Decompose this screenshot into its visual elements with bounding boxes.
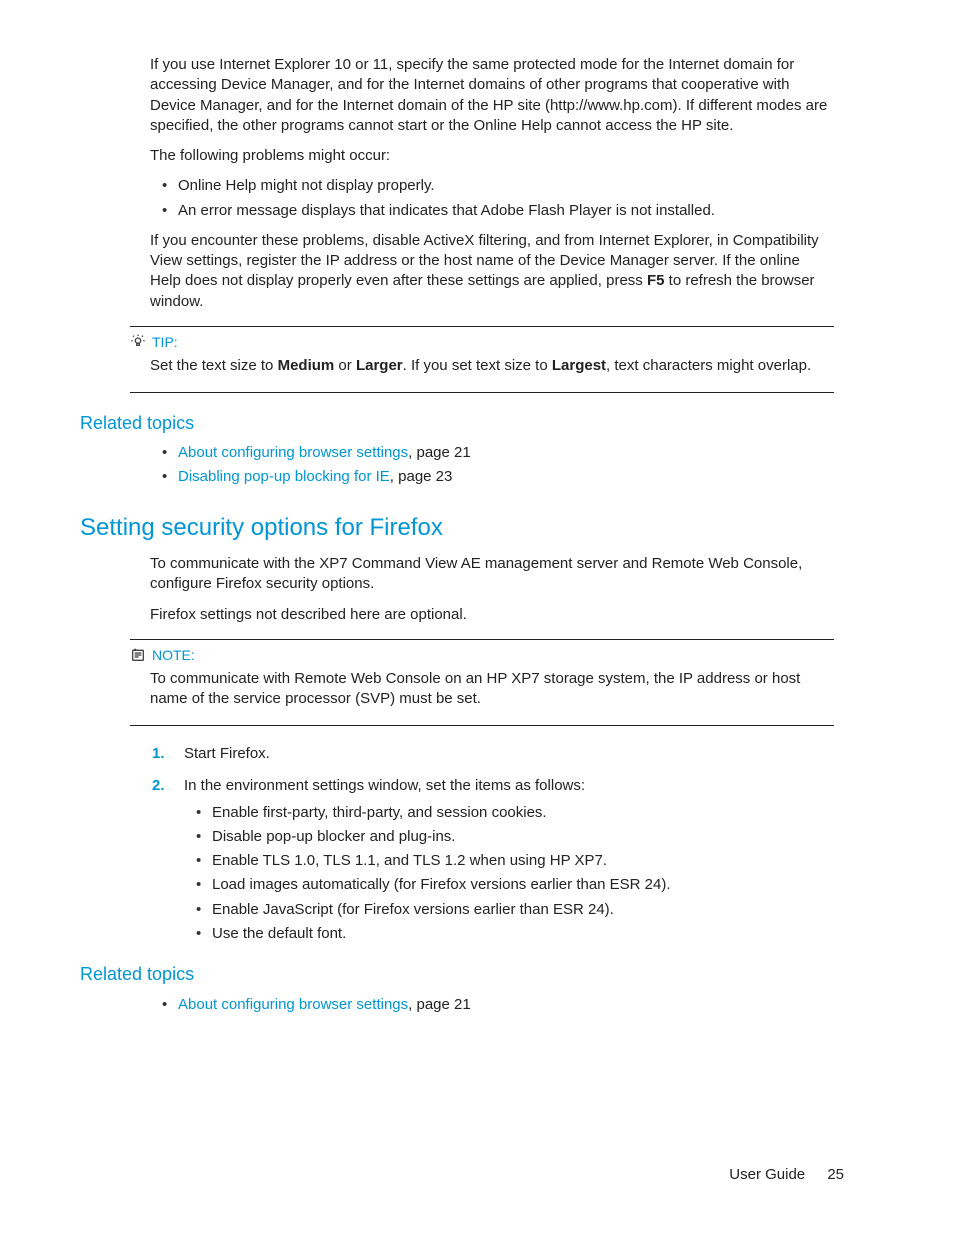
related-heading: Related topics xyxy=(80,962,834,986)
related-link[interactable]: Disabling pop-up blocking for IE xyxy=(178,468,390,485)
intro-p3: If you encounter these problems, disable… xyxy=(150,231,834,312)
page-number: 25 xyxy=(827,1166,844,1183)
step-1: Start Firefox. xyxy=(150,744,834,764)
step-2: In the environment settings window, set … xyxy=(150,776,834,944)
problems-list: Online Help might not display properly. … xyxy=(150,176,834,221)
intro-p2: The following problems might occur: xyxy=(150,146,834,166)
list-item: Disable pop-up blocker and plug-ins. xyxy=(184,827,834,847)
section-heading-firefox: Setting security options for Firefox xyxy=(80,512,834,544)
note-label: NOTE: xyxy=(152,646,195,665)
related-heading: Related topics xyxy=(80,411,834,435)
list-item: About configuring browser settings, page… xyxy=(150,995,834,1015)
note-body: To communicate with Remote Web Console o… xyxy=(130,669,834,726)
tip-header: TIP: xyxy=(130,327,834,356)
tip-callout: TIP: Set the text size to Medium or Larg… xyxy=(150,326,834,393)
list-item: Enable TLS 1.0, TLS 1.1, and TLS 1.2 whe… xyxy=(184,851,834,871)
list-item: About configuring browser settings, page… xyxy=(150,443,834,463)
list-item: Load images automatically (for Firefox v… xyxy=(184,875,834,895)
related-topics-1: Related topics About configuring browser… xyxy=(80,411,834,488)
firefox-p1: To communicate with the XP7 Command View… xyxy=(150,554,834,595)
page-footer: User Guide 25 xyxy=(729,1165,844,1185)
firefox-intro: To communicate with the XP7 Command View… xyxy=(150,554,834,625)
intro-block: If you use Internet Explorer 10 or 11, s… xyxy=(150,55,834,312)
list-item: Use the default font. xyxy=(184,924,834,944)
list-item: Disabling pop-up blocking for IE, page 2… xyxy=(150,467,834,487)
tip-body: Set the text size to Medium or Larger. I… xyxy=(130,356,834,392)
firefox-p2: Firefox settings not described here are … xyxy=(150,605,834,625)
intro-p1: If you use Internet Explorer 10 or 11, s… xyxy=(150,55,834,136)
footer-label: User Guide xyxy=(729,1166,805,1183)
list-item: Enable JavaScript (for Firefox versions … xyxy=(184,900,834,920)
note-icon xyxy=(130,647,146,663)
note-header: NOTE: xyxy=(130,640,834,669)
list-item: Enable first-party, third-party, and ses… xyxy=(184,803,834,823)
lightbulb-icon xyxy=(130,334,146,350)
related-link[interactable]: About configuring browser settings xyxy=(178,444,408,461)
list-item: Online Help might not display properly. xyxy=(150,176,834,196)
step-2-sublist: Enable first-party, third-party, and ses… xyxy=(184,803,834,945)
steps-block: Start Firefox. In the environment settin… xyxy=(150,744,834,944)
page-content: If you use Internet Explorer 10 or 11, s… xyxy=(0,0,954,1015)
list-item: An error message displays that indicates… xyxy=(150,201,834,221)
note-callout: NOTE: To communicate with Remote Web Con… xyxy=(150,639,834,726)
related-link[interactable]: About configuring browser settings xyxy=(178,996,408,1013)
related-topics-2: Related topics About configuring browser… xyxy=(80,962,834,1015)
tip-label: TIP: xyxy=(152,333,178,352)
